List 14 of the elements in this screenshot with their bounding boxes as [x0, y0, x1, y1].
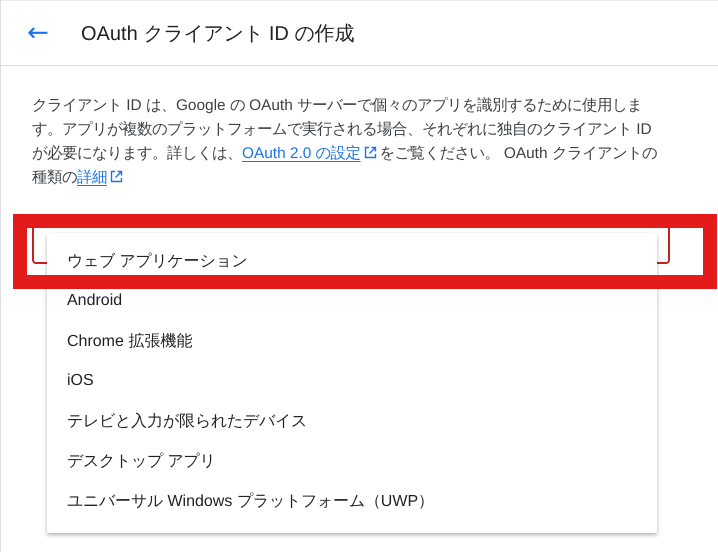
help-link[interactable]: 詳細	[77, 169, 107, 186]
description-text: クライアント ID は、Google の OAuth サーバーで個々のアプリを識別するために使用します。アプリが複数のプラットフォームで実行される場合、それぞれに独自のクライアント ID が必要になります。詳しくは、OAuth 2.0 の設定 をご覧ください。 OAuth クライアントの種類の詳細	[32, 96, 658, 188]
menu-item[interactable]: デスクトップ アプリ	[47, 449, 657, 473]
back-button[interactable]: ←	[25, 20, 51, 46]
external-link-icon	[110, 170, 123, 183]
menu-item[interactable]: iOS	[47, 369, 657, 393]
menu-item[interactable]: テレビと入力が限られたデバイス	[47, 409, 657, 433]
menu-item[interactable]: ユニバーサル Windows プラットフォーム（UWP）	[47, 489, 657, 513]
external-link-icon	[364, 146, 377, 159]
page-title: OAuth クライアント ID の作成	[81, 22, 354, 46]
menu-item[interactable]: Android	[47, 289, 657, 313]
help-link[interactable]: OAuth 2.0 の設定	[242, 145, 361, 162]
menu-item[interactable]: ウェブ アプリケーション	[47, 249, 657, 273]
menu-item[interactable]: Chrome 拡張機能	[47, 329, 657, 353]
